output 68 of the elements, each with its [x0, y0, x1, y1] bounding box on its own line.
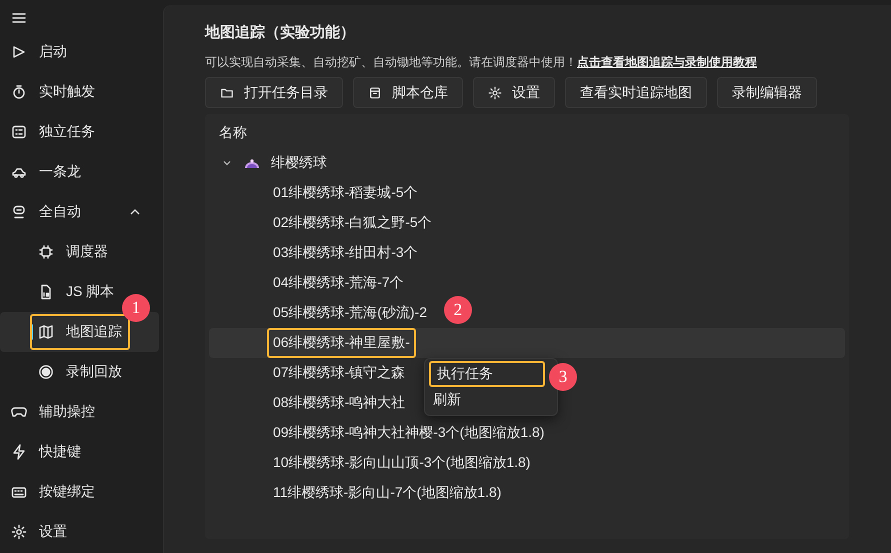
tree-row[interactable]: 05绯樱绣球-荒海(砂流)-2	[209, 298, 434, 328]
nav-item[interactable]: 设置	[0, 512, 73, 552]
task-name: 09绯樱绣球-鸣神大社神樱-3个(地图缩放1.8)	[273, 424, 544, 442]
task-name: 08绯樱绣球-鸣神大社	[273, 394, 406, 412]
nav-label: 录制回放	[66, 363, 122, 381]
tree-row[interactable]: 08绯樱绣球-鸣神大社	[209, 388, 412, 418]
record-icon	[38, 364, 54, 380]
nav-item[interactable]: 启动	[0, 32, 73, 72]
group-label[interactable]: 绯樱绣球	[271, 154, 327, 172]
nav-item[interactable]: 辅助操控	[0, 392, 101, 432]
task-name: 11绯樱绣球-影向山-7个(地图缩放1.8)	[273, 484, 502, 502]
tree-row[interactable]: 01绯樱绣球-稻妻城-5个	[209, 178, 424, 208]
task-name: 07绯樱绣球-镇守之森	[273, 364, 406, 382]
page-title: 地图追踪（实验功能）	[205, 23, 356, 42]
task-name: 02绯樱绣球-白狐之野-5个	[273, 214, 432, 232]
tree-row[interactable]: 07绯樱绣球-镇守之森	[209, 358, 412, 388]
checklist-icon	[11, 124, 27, 140]
step-marker: 3	[549, 363, 577, 391]
nav-label: 辅助操控	[39, 403, 95, 421]
tutorial-link[interactable]: 点击查看地图追踪与录制使用教程	[577, 55, 757, 69]
nav-item[interactable]: 调度器	[0, 232, 114, 272]
tree-row[interactable]: 02绯樱绣球-白狐之野-5个	[209, 208, 438, 238]
task-name: 06绯樱绣球-神里屋敷-	[273, 334, 410, 352]
nav-item[interactable]: 独立任务	[0, 112, 101, 152]
menu-item[interactable]: 刷新	[433, 391, 461, 409]
stopwatch-icon	[11, 84, 27, 100]
task-name: 04绯樱绣球-荒海-7个	[273, 274, 404, 292]
lightning-icon	[11, 444, 27, 460]
play-icon	[11, 44, 27, 60]
task-name: 05绯樱绣球-荒海(砂流)-2	[273, 304, 428, 322]
toolbar-button[interactable]: 设置	[473, 77, 555, 108]
box-icon	[368, 86, 382, 100]
tree-row[interactable]: 09绯樱绣球-鸣神大社神樱-3个(地图缩放1.8)	[209, 418, 550, 448]
toolbar-button[interactable]: 录制编辑器	[717, 77, 817, 108]
chip-icon	[38, 244, 54, 260]
nav-item[interactable]: 快捷键	[0, 432, 87, 472]
nav-label: 快捷键	[39, 443, 81, 461]
tree-row[interactable]: 10绯樱绣球-影向山山顶-3个(地图缩放1.8)	[209, 448, 536, 478]
tree-row[interactable]: 03绯樱绣球-绀田村-3个	[209, 238, 424, 268]
toolbar-button[interactable]: 脚本仓库	[353, 77, 463, 108]
nav-label: 全自动	[39, 203, 81, 221]
tree-row[interactable]: 11绯樱绣球-影向山-7个(地图缩放1.8)	[209, 478, 508, 508]
toolbar-button[interactable]: 查看实时追踪地图	[565, 77, 707, 108]
page-description: 可以实现自动采集、自动挖矿、自动锄地等功能。请在调度器中使用！点击查看地图追踪与录制使用教程	[205, 54, 758, 71]
nav-item[interactable]: 全自动	[0, 192, 159, 232]
nav-label: 独立任务	[39, 123, 95, 141]
nav-label: 按键绑定	[39, 483, 95, 501]
nav-item[interactable]: 录制回放	[0, 352, 128, 392]
column-header: 名称	[218, 123, 248, 142]
nav-label: 一条龙	[39, 163, 81, 181]
nav-label: 调度器	[66, 243, 108, 261]
step-marker: 1	[122, 294, 150, 322]
nav-label: 启动	[39, 43, 67, 61]
toolbar-button[interactable]: 打开任务目录	[205, 77, 343, 108]
nav-label: 设置	[39, 523, 67, 541]
task-name: 01绯樱绣球-稻妻城-5个	[273, 184, 418, 202]
task-name: 03绯樱绣球-绀田村-3个	[273, 244, 418, 262]
task-name: 10绯樱绣球-影向山山顶-3个(地图缩放1.8)	[273, 454, 530, 472]
nav-label: 实时触发	[39, 83, 95, 101]
nav-item[interactable]: 按键绑定	[0, 472, 101, 512]
step-marker: 2	[444, 296, 472, 324]
nav-item[interactable]: 实时触发	[0, 72, 101, 112]
tree-row[interactable]: 04绯樱绣球-荒海-7个	[209, 268, 410, 298]
robot-icon	[11, 204, 27, 220]
nav-label: 地图追踪	[66, 323, 122, 341]
nav-item[interactable]: 一条龙	[0, 152, 87, 192]
menu-item[interactable]: 执行任务	[437, 365, 493, 383]
map-icon	[38, 324, 54, 340]
